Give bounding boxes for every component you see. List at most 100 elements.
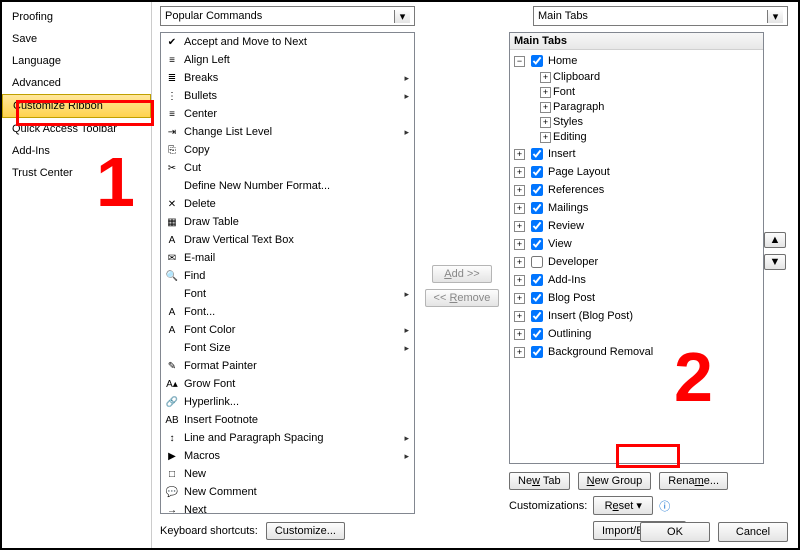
command-item[interactable]: ✔Accept and Move to Next bbox=[161, 33, 414, 51]
expand-icon[interactable]: + bbox=[540, 87, 551, 98]
command-item[interactable]: ▶Macros▸ bbox=[161, 447, 414, 465]
command-item[interactable]: ✉E-mail bbox=[161, 249, 414, 267]
command-item[interactable]: ✂Cut bbox=[161, 159, 414, 177]
tree-row[interactable]: +Review bbox=[512, 217, 761, 235]
command-item[interactable]: ⎘Copy bbox=[161, 141, 414, 159]
command-item[interactable]: Font Size▸ bbox=[161, 339, 414, 357]
tree-row[interactable]: −Home bbox=[512, 52, 761, 70]
new-tab-button[interactable]: New Tab bbox=[509, 472, 570, 490]
expand-icon[interactable]: + bbox=[540, 117, 551, 128]
expand-icon[interactable]: + bbox=[514, 149, 525, 160]
tree-row[interactable]: +Blog Post bbox=[512, 289, 761, 307]
expand-icon[interactable]: + bbox=[514, 257, 525, 268]
command-item[interactable]: →Next bbox=[161, 501, 414, 514]
tree-row[interactable]: +Clipboard bbox=[512, 70, 761, 85]
ok-button[interactable]: OK bbox=[640, 522, 710, 542]
tree-row[interactable]: +References bbox=[512, 181, 761, 199]
tab-checkbox[interactable] bbox=[531, 202, 543, 214]
move-up-button[interactable]: ▲ bbox=[764, 232, 786, 248]
command-item[interactable]: ✕Delete bbox=[161, 195, 414, 213]
tab-checkbox[interactable] bbox=[531, 292, 543, 304]
tab-checkbox[interactable] bbox=[531, 166, 543, 178]
new-group-button[interactable]: New Group bbox=[578, 472, 652, 490]
tab-checkbox[interactable] bbox=[531, 328, 543, 340]
sidebar-item-addins[interactable]: Add-Ins bbox=[2, 140, 151, 162]
tab-checkbox[interactable] bbox=[531, 256, 543, 268]
command-item[interactable]: ADraw Vertical Text Box bbox=[161, 231, 414, 249]
tree-row[interactable]: +Mailings bbox=[512, 199, 761, 217]
customize-shortcuts-button[interactable]: Customize... bbox=[266, 522, 345, 540]
reset-button[interactable]: Reset ▾ bbox=[593, 496, 653, 515]
command-item[interactable]: ⋮Bullets▸ bbox=[161, 87, 414, 105]
commands-listbox[interactable]: ✔Accept and Move to Next≡Align Left≣Brea… bbox=[160, 32, 415, 514]
expand-icon[interactable]: + bbox=[540, 72, 551, 83]
command-item[interactable]: A▴Grow Font bbox=[161, 375, 414, 393]
tree-row[interactable]: +Editing bbox=[512, 130, 761, 145]
expand-icon[interactable]: + bbox=[514, 221, 525, 232]
command-item[interactable]: AFont... bbox=[161, 303, 414, 321]
expand-icon[interactable]: + bbox=[514, 329, 525, 340]
command-item[interactable]: Font▸ bbox=[161, 285, 414, 303]
tree-row[interactable]: +Insert bbox=[512, 145, 761, 163]
command-item[interactable]: □New bbox=[161, 465, 414, 483]
command-item[interactable]: 💬New Comment bbox=[161, 483, 414, 501]
sidebar-item-advanced[interactable]: Advanced bbox=[2, 72, 151, 94]
tab-checkbox[interactable] bbox=[531, 184, 543, 196]
collapse-icon[interactable]: − bbox=[514, 56, 525, 67]
move-down-button[interactable]: ▼ bbox=[764, 254, 786, 270]
expand-icon[interactable]: + bbox=[514, 167, 525, 178]
expand-icon[interactable]: + bbox=[514, 311, 525, 322]
tab-checkbox[interactable] bbox=[531, 148, 543, 160]
sidebar-item-save[interactable]: Save bbox=[2, 28, 151, 50]
tree-row[interactable]: +Styles bbox=[512, 115, 761, 130]
sidebar-item-language[interactable]: Language bbox=[2, 50, 151, 72]
command-item[interactable]: ↕Line and Paragraph Spacing▸ bbox=[161, 429, 414, 447]
remove-button[interactable]: << Remove bbox=[425, 289, 500, 307]
command-item[interactable]: ✎Format Painter bbox=[161, 357, 414, 375]
expand-icon[interactable]: + bbox=[540, 132, 551, 143]
command-item[interactable]: ≣Breaks▸ bbox=[161, 69, 414, 87]
sidebar-item-qat[interactable]: Quick Access Toolbar bbox=[2, 118, 151, 140]
command-item[interactable]: 🔍Find bbox=[161, 267, 414, 285]
tree-row[interactable]: +Font bbox=[512, 85, 761, 100]
command-item[interactable]: ABInsert Footnote bbox=[161, 411, 414, 429]
tab-checkbox[interactable] bbox=[531, 238, 543, 250]
expand-icon[interactable]: + bbox=[514, 185, 525, 196]
sidebar-item-customize-ribbon[interactable]: Customize Ribbon bbox=[2, 94, 151, 118]
command-item[interactable]: ≡Align Left bbox=[161, 51, 414, 69]
command-item[interactable]: ▦Draw Table bbox=[161, 213, 414, 231]
tree-row[interactable]: +Outlining bbox=[512, 325, 761, 343]
tree-row[interactable]: +Add-Ins bbox=[512, 271, 761, 289]
cancel-button[interactable]: Cancel bbox=[718, 522, 788, 542]
tab-checkbox[interactable] bbox=[531, 346, 543, 358]
tree-row[interactable]: +Page Layout bbox=[512, 163, 761, 181]
tree-row[interactable]: +Background Removal bbox=[512, 343, 761, 361]
ribbon-tree[interactable]: Main Tabs −Home+Clipboard+Font+Paragraph… bbox=[509, 32, 764, 464]
customize-ribbon-combo[interactable]: Main Tabs▾ bbox=[533, 6, 788, 26]
expand-icon[interactable]: + bbox=[514, 293, 525, 304]
info-icon[interactable]: ⓘ bbox=[659, 498, 670, 514]
expand-icon[interactable]: + bbox=[514, 275, 525, 286]
sidebar-item-proofing[interactable]: Proofing bbox=[2, 6, 151, 28]
tab-checkbox[interactable] bbox=[531, 55, 543, 67]
expand-icon[interactable]: + bbox=[514, 203, 525, 214]
expand-icon[interactable]: + bbox=[514, 347, 525, 358]
tree-row[interactable]: +View bbox=[512, 235, 761, 253]
sidebar-item-trust-center[interactable]: Trust Center bbox=[2, 162, 151, 184]
tab-checkbox[interactable] bbox=[531, 220, 543, 232]
tree-row[interactable]: +Insert (Blog Post) bbox=[512, 307, 761, 325]
command-item[interactable]: ≡Center bbox=[161, 105, 414, 123]
add-button[interactable]: Add >> bbox=[432, 265, 492, 283]
command-item[interactable]: ⇥Change List Level▸ bbox=[161, 123, 414, 141]
rename-button[interactable]: Rename... bbox=[659, 472, 728, 490]
command-item[interactable]: Define New Number Format... bbox=[161, 177, 414, 195]
tree-row[interactable]: +Developer bbox=[512, 253, 761, 271]
choose-commands-combo[interactable]: Popular Commands▾ bbox=[160, 6, 415, 26]
command-item[interactable]: 🔗Hyperlink... bbox=[161, 393, 414, 411]
tab-checkbox[interactable] bbox=[531, 274, 543, 286]
tab-checkbox[interactable] bbox=[531, 310, 543, 322]
tree-row[interactable]: +Paragraph bbox=[512, 100, 761, 115]
expand-icon[interactable]: + bbox=[540, 102, 551, 113]
expand-icon[interactable]: + bbox=[514, 239, 525, 250]
command-item[interactable]: AFont Color▸ bbox=[161, 321, 414, 339]
